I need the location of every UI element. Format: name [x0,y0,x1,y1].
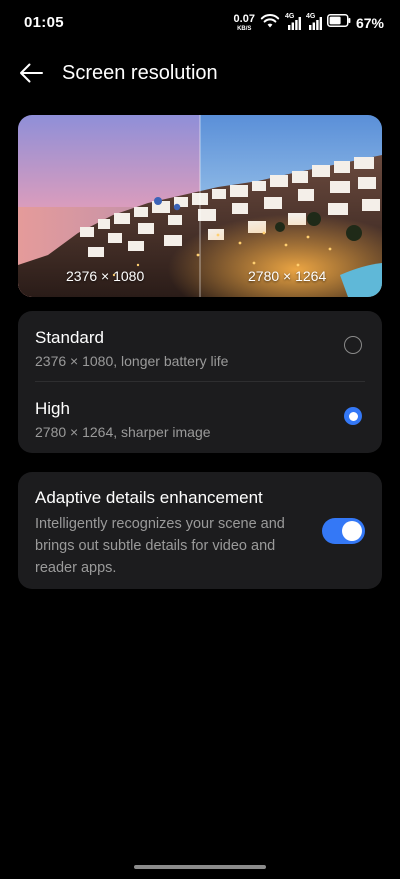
option-high[interactable]: High 2780 × 1264, sharper image [18,382,382,452]
back-button[interactable] [14,58,48,92]
high-radio-button[interactable] [344,407,362,425]
option-standard[interactable]: Standard 2376 × 1080, longer battery lif… [18,311,382,381]
network-speed-unit: KB/S [237,26,252,32]
option-title: High [35,399,70,418]
resolution-options-card: Standard 2376 × 1080, longer battery lif… [18,311,382,453]
battery-icon [326,14,351,32]
app-bar: Screen resolution [0,52,400,96]
network-speed-value: 0.07 [233,13,255,25]
option-subtitle: 2376 × 1080, longer battery life [35,353,229,369]
adaptive-details-description: Intelligently recognizes your scene and … [35,516,285,576]
cellular-signal-2-icon: 4G [305,13,322,30]
arrow-left-icon [18,62,44,89]
resolution-preview-image: 2376 × 1080 2780 × 1264 [18,115,382,297]
adaptive-details-toggle[interactable] [322,518,365,544]
standard-radio-button[interactable] [344,336,362,354]
option-title: Standard [35,328,104,347]
status-bar: 01:05 0.07 KB/S 4G 4G 67% [0,0,400,44]
toggle-knob [342,521,362,541]
high-resolution-label: 2780 × 1264 [248,268,327,284]
status-icons: 0.07 KB/S 4G 4G 67% [234,12,384,34]
adaptive-details-card: Adaptive details enhancement Intelligent… [18,472,382,589]
standard-resolution-label: 2376 × 1080 [66,268,145,284]
page-title: Screen resolution [62,62,218,84]
status-time: 01:05 [24,14,64,31]
network-speed: 0.07 KB/S [233,13,255,33]
radio-selected-dot [348,411,358,421]
adaptive-details-title: Adaptive details enhancement [35,488,263,507]
wifi-icon [260,13,280,34]
network-type-label: 4G [284,13,295,20]
option-subtitle: 2780 × 1264, sharper image [35,424,211,440]
network-type-label: 4G [305,13,316,20]
battery-percent: 67% [355,15,384,31]
home-indicator[interactable] [134,865,266,869]
cellular-signal-1-icon: 4G [284,13,301,30]
